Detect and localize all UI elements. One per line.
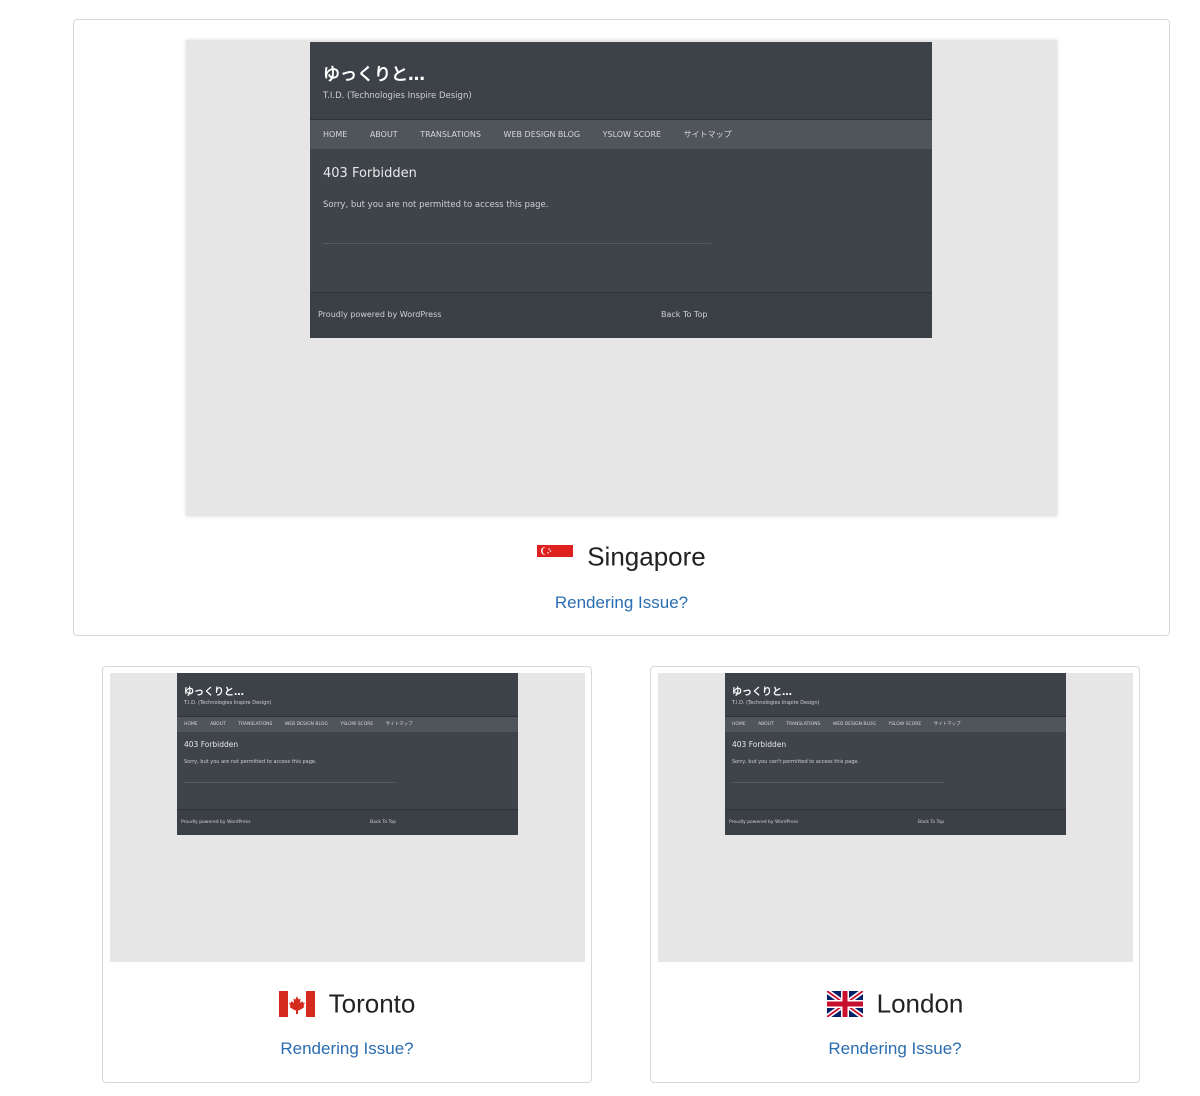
- site-title: ゆっくりと…: [732, 687, 792, 698]
- error-heading: 403 Forbidden: [323, 166, 417, 181]
- nav-item-web-design-blog: WEB DESIGN BLOG: [503, 130, 581, 139]
- footer-powered-by: Proudly powered by WordPress: [729, 820, 799, 825]
- nav-item-home: HOME: [184, 722, 198, 727]
- error-heading: 403 Forbidden: [184, 740, 239, 749]
- nav-item-yslow-score: YSLOW SCORE: [602, 130, 662, 139]
- footer-powered-by: Proudly powered by WordPress: [318, 310, 442, 319]
- uk-flag-icon: [825, 989, 865, 1020]
- nav-item-about: ABOUT: [210, 722, 226, 727]
- nav-item-yslow-score: YSLOW SCORE: [340, 722, 374, 727]
- screenshot-preview[interactable]: ゆっくりと… T.I.D. (Technologies Inspire Desi…: [658, 673, 1133, 962]
- site-preview: ゆっくりと… T.I.D. (Technologies Inspire Desi…: [310, 42, 932, 338]
- location-label: London: [651, 987, 1139, 1020]
- location-name: London: [876, 988, 964, 1019]
- site-tagline: T.I.D. (Technologies Inspire Design): [732, 700, 820, 706]
- site-preview: ゆっくりと… T.I.D. (Technologies Inspire Desi…: [177, 673, 518, 835]
- nav-item-sitemap: サイトマップ: [683, 130, 732, 139]
- nav-item-home: HOME: [732, 722, 746, 727]
- nav-item-about: ABOUT: [758, 722, 774, 727]
- site-tagline: T.I.D. (Technologies Inspire Design): [323, 91, 472, 101]
- site-preview: ゆっくりと… T.I.D. (Technologies Inspire Desi…: [725, 673, 1066, 835]
- site-body: 403 Forbidden Sorry, but you are not per…: [310, 149, 932, 292]
- site-header: ゆっくりと… T.I.D. (Technologies Inspire Desi…: [177, 673, 518, 716]
- rendering-issue-link[interactable]: Rendering Issue?: [651, 1039, 1139, 1059]
- screenshot-preview[interactable]: ゆっくりと… T.I.D. (Technologies Inspire Desi…: [186, 40, 1057, 516]
- nav-item-web-design-blog: WEB DESIGN BLOG: [284, 722, 328, 727]
- site-nav: HOME ABOUT TRANSLATIONS WEB DESIGN BLOG …: [310, 119, 932, 150]
- nav-item-translations: TRANSLATIONS: [238, 722, 273, 727]
- divider: [732, 782, 944, 783]
- location-name: Singapore: [587, 541, 706, 572]
- site-footer: Proudly powered by WordPress Back To Top: [725, 809, 1066, 835]
- location-card-toronto: ゆっくりと… T.I.D. (Technologies Inspire Desi…: [102, 666, 592, 1083]
- nav-item-about: ABOUT: [369, 130, 398, 139]
- error-message: Sorry, but you can't permitted to access…: [732, 759, 860, 765]
- divider: [184, 782, 396, 783]
- footer-back-to-top: Back To Top: [661, 310, 708, 319]
- nav-item-home: HOME: [323, 130, 348, 139]
- nav-item-sitemap: サイトマップ: [385, 722, 413, 727]
- nav-item-translations: TRANSLATIONS: [786, 722, 821, 727]
- footer-back-to-top: Back To Top: [370, 820, 397, 825]
- location-card-singapore: ゆっくりと… T.I.D. (Technologies Inspire Desi…: [73, 19, 1170, 636]
- singapore-flag-icon: [537, 545, 574, 570]
- site-body: 403 Forbidden Sorry, but you are not per…: [177, 732, 518, 810]
- error-heading: 403 Forbidden: [732, 740, 787, 749]
- site-header: ゆっくりと… T.I.D. (Technologies Inspire Desi…: [310, 42, 932, 119]
- footer-powered-by: Proudly powered by WordPress: [181, 820, 251, 825]
- site-header: ゆっくりと… T.I.D. (Technologies Inspire Desi…: [725, 673, 1066, 716]
- site-tagline: T.I.D. (Technologies Inspire Design): [184, 700, 272, 706]
- location-card-london: ゆっくりと… T.I.D. (Technologies Inspire Desi…: [650, 666, 1140, 1083]
- nav-item-sitemap: サイトマップ: [933, 722, 961, 727]
- nav-item-web-design-blog: WEB DESIGN BLOG: [832, 722, 876, 727]
- canada-flag-icon: [278, 991, 315, 1018]
- site-title: ゆっくりと…: [184, 687, 244, 698]
- site-title: ゆっくりと…: [323, 65, 425, 85]
- site-body: 403 Forbidden Sorry, but you can't permi…: [725, 732, 1066, 810]
- rendering-issue-link[interactable]: Rendering Issue?: [74, 593, 1169, 613]
- location-label: Toronto: [103, 987, 591, 1020]
- site-footer: Proudly powered by WordPress Back To Top: [177, 809, 518, 835]
- footer-back-to-top: Back To Top: [918, 820, 945, 825]
- nav-item-yslow-score: YSLOW SCORE: [888, 722, 922, 727]
- location-name: Toronto: [328, 988, 416, 1019]
- rendering-issue-link[interactable]: Rendering Issue?: [103, 1039, 591, 1059]
- site-nav: HOME ABOUT TRANSLATIONS WEB DESIGN BLOG …: [725, 716, 1066, 733]
- site-footer: Proudly powered by WordPress Back To Top: [310, 292, 932, 338]
- nav-item-translations: TRANSLATIONS: [420, 130, 481, 139]
- error-message: Sorry, but you are not permitted to acce…: [323, 200, 549, 210]
- divider: [323, 243, 711, 244]
- error-message: Sorry, but you are not permitted to acce…: [184, 759, 317, 765]
- site-nav: HOME ABOUT TRANSLATIONS WEB DESIGN BLOG …: [177, 716, 518, 733]
- location-label: Singapore: [74, 540, 1169, 573]
- screenshot-preview[interactable]: ゆっくりと… T.I.D. (Technologies Inspire Desi…: [110, 673, 585, 962]
